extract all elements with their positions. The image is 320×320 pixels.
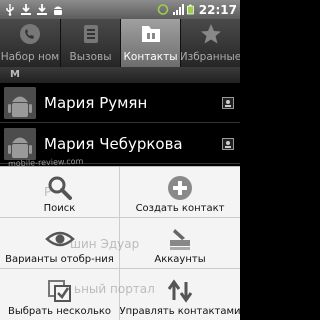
tab-contacts[interactable]: Контакты (121, 19, 181, 67)
background-contact-text: ьный портал (74, 282, 155, 296)
tab-bar: Набор ном Вызовы Контакты Избранные (0, 19, 240, 67)
android-icon (54, 6, 62, 15)
add-icon (168, 176, 192, 200)
signal-icon (172, 4, 184, 15)
sync-icon (157, 4, 169, 15)
battery-icon (186, 4, 194, 15)
import-export-icon (167, 279, 193, 303)
contacts-icon (141, 26, 160, 42)
tab-label: Набор ном (0, 51, 60, 63)
menu-label: Варианты отобр-ния (5, 254, 114, 265)
contact-card-icon (222, 137, 234, 150)
section-header: М (0, 67, 240, 83)
menu-search[interactable]: Поиск (0, 167, 120, 218)
usb-icon (6, 4, 14, 16)
menu-create-contact[interactable]: Создать контакт (120, 167, 240, 218)
avatar (4, 127, 36, 160)
phone-dial-icon (20, 24, 40, 44)
tab-favorites[interactable]: Избранные (181, 19, 240, 67)
background-contact-text: шин Эдуар (70, 237, 140, 251)
tab-call-log[interactable]: Вызовы (61, 19, 121, 67)
multi-select-icon (47, 280, 71, 302)
avatar (4, 86, 36, 119)
status-bar: 22:17 (0, 0, 240, 19)
menu-label: Поиск (43, 203, 76, 214)
download-icon (21, 4, 31, 15)
menu-label: Аккаунты (154, 254, 206, 265)
tab-label: Вызовы (69, 51, 112, 63)
clock: 22:17 (198, 2, 237, 17)
accounts-icon (170, 229, 190, 250)
menu-label: Выбрать несколько (7, 306, 112, 317)
contact-card-icon (222, 96, 234, 109)
menu-label: Создать контакт (135, 203, 225, 214)
contact-name: Мария Румян (44, 93, 148, 112)
download-icon (37, 4, 47, 15)
android-avatar-icon (4, 86, 36, 119)
contact-row[interactable]: Мария Румян (0, 83, 240, 123)
tab-label: Контакты (123, 51, 178, 63)
call-log-icon (83, 25, 98, 43)
background-contact-text: Р (44, 185, 52, 199)
menu-label: Управлять контактами (120, 306, 240, 317)
star-icon (200, 24, 221, 44)
tab-dialer[interactable]: Набор ном (0, 19, 61, 67)
contact-name: Мария Чебуркова (44, 134, 183, 153)
android-avatar-icon (4, 127, 36, 160)
tab-label: Избранные (181, 51, 240, 63)
